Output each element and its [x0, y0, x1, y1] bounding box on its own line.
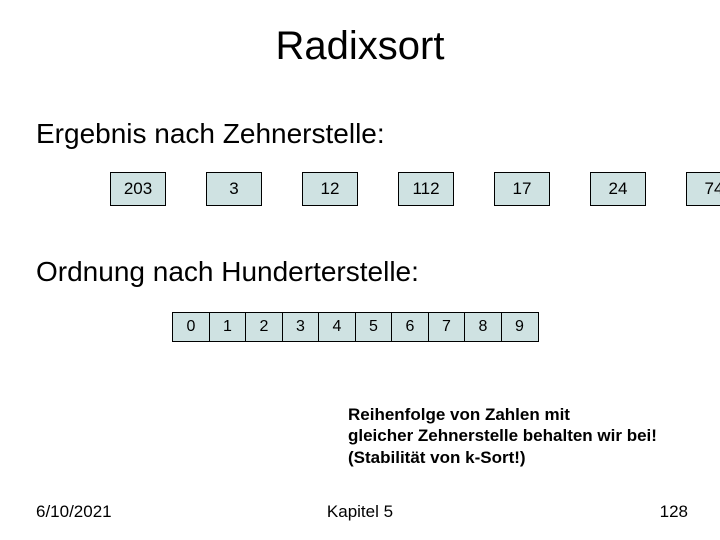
- slide-title: Radixsort: [0, 24, 720, 69]
- footer-chapter: Kapitel 5: [0, 502, 720, 522]
- bucket-cell: 8: [464, 312, 502, 342]
- note-line: gleicher Zehnerstelle behalten wir bei!: [348, 426, 657, 445]
- subtitle-tens: Ergebnis nach Zehnerstelle:: [36, 118, 385, 150]
- tens-cell: 112: [398, 172, 454, 206]
- subtitle-hundreds: Ordnung nach Hunderterstelle:: [36, 256, 419, 288]
- bucket-cell: 6: [391, 312, 429, 342]
- footer-page-number: 128: [660, 502, 688, 522]
- note-line: Reihenfolge von Zahlen mit: [348, 405, 570, 424]
- tens-result-row: 203 3 12 112 17 24 74: [110, 172, 720, 206]
- bucket-cell: 5: [355, 312, 393, 342]
- tens-cell: 12: [302, 172, 358, 206]
- tens-cell: 24: [590, 172, 646, 206]
- bucket-cell: 4: [318, 312, 356, 342]
- bucket-cell: 0: [172, 312, 210, 342]
- bucket-row: 0 1 2 3 4 5 6 7 8 9: [172, 312, 539, 342]
- tens-cell: 74: [686, 172, 720, 206]
- tens-cell: 17: [494, 172, 550, 206]
- bucket-cell: 7: [428, 312, 466, 342]
- bucket-cell: 9: [501, 312, 539, 342]
- stability-note: Reihenfolge von Zahlen mit gleicher Zehn…: [348, 404, 688, 468]
- slide: Radixsort Ergebnis nach Zehnerstelle: 20…: [0, 0, 720, 540]
- bucket-cell: 1: [209, 312, 247, 342]
- bucket-cell: 3: [282, 312, 320, 342]
- tens-cell: 3: [206, 172, 262, 206]
- tens-cell: 203: [110, 172, 166, 206]
- note-line: (Stabilität von k-Sort!): [348, 448, 526, 467]
- bucket-cell: 2: [245, 312, 283, 342]
